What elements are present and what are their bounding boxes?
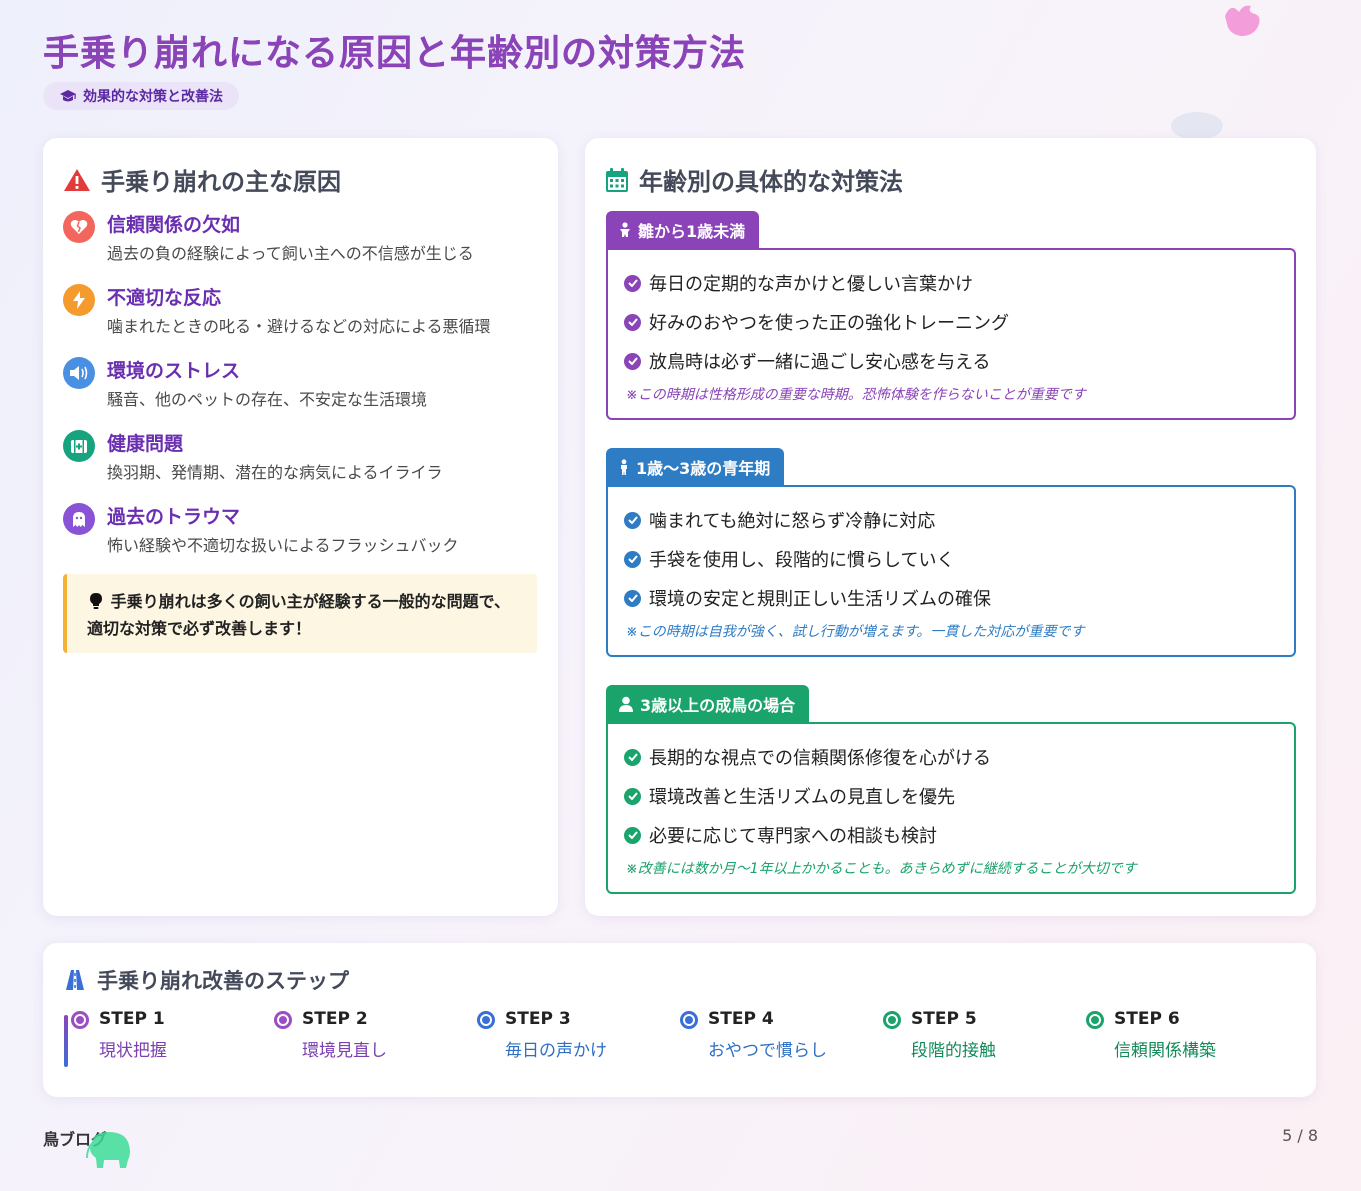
age-tab-young: 1歳〜3歳の青年期: [606, 448, 785, 486]
age-tab-adult: 3歳以上の成鳥の場合: [606, 685, 810, 723]
step-sub: 現状把握: [99, 1041, 167, 1061]
step-sub: おやつで慣らし: [708, 1041, 827, 1061]
cause-title: 信頼関係の欠如: [107, 214, 241, 236]
step-dot-icon: [274, 1011, 292, 1029]
step-dot-icon: [477, 1011, 495, 1029]
road-icon: [66, 970, 84, 990]
age-note: ※この時期は性格形成の重要な時期。恐怖体験を作らないことが重要です: [626, 387, 1086, 403]
age-note: ※改善には数か月〜1年以上かかることも。あきらめずに継続することが大切です: [626, 861, 1137, 877]
check-circle-icon: [624, 511, 641, 529]
graduation-cap-icon: [60, 90, 76, 102]
list-item: 手袋を使用し、段階的に慣らしていく: [624, 546, 954, 572]
check-circle-icon: [624, 274, 641, 292]
step-sub: 段階的接触: [911, 1041, 996, 1061]
broken-heart-icon: [63, 211, 95, 243]
check-circle-icon: [624, 826, 641, 844]
steps-card: 手乗り崩れ改善のステップ STEP 1 現状把握 STEP 2 環境見直し ST…: [43, 943, 1316, 1097]
page-title: 手乗り崩れになる原因と年齢別の対策方法: [43, 24, 746, 76]
child-icon: [621, 459, 627, 475]
subtitle-text: 効果的な対策と改善法: [83, 89, 223, 105]
check-circle-icon: [624, 550, 641, 568]
step-dot-icon: [71, 1011, 89, 1029]
baby-icon: [620, 222, 630, 237]
check-circle-icon: [624, 589, 641, 607]
calendar-icon: [606, 167, 628, 192]
age-box-chick: 毎日の定期的な声かけと優しい言葉かけ 好みのおやつを使った正の強化トレーニング …: [606, 248, 1296, 420]
step-label: STEP 6: [1114, 1009, 1180, 1029]
step-progress-bar: [64, 1015, 68, 1067]
steps-heading: 手乗り崩れ改善のステップ: [63, 965, 349, 995]
cause-desc: 過去の負の経験によって飼い主への不信感が生じる: [107, 244, 474, 263]
list-item: 毎日の定期的な声かけと優しい言葉かけ: [624, 270, 973, 296]
warning-icon: [64, 168, 90, 191]
page-indicator: 5 / 8: [1282, 1126, 1318, 1145]
step-dot-icon: [883, 1011, 901, 1029]
list-item: 噛まれても絶対に怒らず冷静に対応: [624, 507, 935, 533]
cause-title: 過去のトラウマ: [107, 506, 241, 528]
cause-title: 環境のストレス: [107, 360, 241, 382]
volume-icon: [63, 357, 95, 389]
age-note: ※この時期は自我が強く、試し行動が増えます。一貫した対応が重要です: [626, 624, 1085, 640]
list-item: 環境改善と生活リズムの見直しを優先: [624, 783, 955, 809]
tip-box: 手乗り崩れは多くの飼い主が経験する一般的な問題で、適切な対策で必ず改善します！: [63, 574, 537, 653]
lightbulb-icon: [90, 593, 102, 609]
step-label: STEP 3: [505, 1009, 571, 1029]
step-label: STEP 1: [99, 1009, 165, 1029]
list-item: 必要に応じて専門家への相談も検討: [624, 822, 937, 848]
cause-title: 不適切な反応: [107, 287, 222, 309]
cause-desc: 噛まれたときの叱る・避けるなどの対応による悪循環: [107, 317, 491, 336]
step-sub: 環境見直し: [302, 1041, 387, 1061]
step-label: STEP 5: [911, 1009, 977, 1029]
cause-desc: 換羽期、発情期、潜在的な病気によるイライラ: [107, 463, 443, 482]
step-dot-icon: [1086, 1011, 1104, 1029]
bolt-icon: [63, 284, 95, 316]
cause-title: 健康問題: [107, 433, 184, 455]
list-item: 長期的な視点での信頼関係修復を心がける: [624, 744, 991, 770]
step-dot-icon: [680, 1011, 698, 1029]
check-circle-icon: [624, 313, 641, 331]
cause-desc: 怖い経験や不適切な扱いによるフラッシュバック: [107, 536, 459, 555]
age-box-young: 噛まれても絶対に怒らず冷静に対応 手袋を使用し、段階的に慣らしていく 環境の安定…: [606, 485, 1296, 657]
age-tab-chick: 雛から1歳未満: [606, 211, 760, 249]
subtitle-badge: 効果的な対策と改善法: [43, 82, 239, 110]
check-circle-icon: [624, 787, 641, 805]
list-item: 環境の安定と規則正しい生活リズムの確保: [624, 585, 991, 611]
cause-desc: 騒音、他のペットの存在、不安定な生活環境: [107, 390, 428, 409]
age-box-adult: 長期的な視点での信頼関係修復を心がける 環境改善と生活リズムの見直しを優先 必要…: [606, 722, 1296, 894]
elephant-logo-icon: [86, 1132, 130, 1168]
medical-kit-icon: [63, 430, 95, 462]
step-label: STEP 2: [302, 1009, 368, 1029]
ghost-icon: [63, 503, 95, 535]
list-item: 放鳥時は必ず一緒に過ごし安心感を与える: [624, 348, 990, 374]
causes-heading: 手乗り崩れの主な原因: [63, 162, 341, 197]
age-measures-heading: 年齢別の具体的な対策法: [605, 162, 903, 197]
list-item: 好みのおやつを使った正の強化トレーニング: [624, 309, 1009, 335]
user-icon: [619, 696, 633, 712]
bird-decoration-icon: [1225, 5, 1260, 36]
step-sub: 毎日の声かけ: [505, 1041, 607, 1061]
tip-text: 手乗り崩れは多くの飼い主が経験する一般的な問題で、適切な対策で必ず改善します！: [87, 592, 510, 638]
step-label: STEP 4: [708, 1009, 774, 1029]
check-circle-icon: [624, 352, 641, 370]
cloud-decoration-icon: [1171, 112, 1223, 140]
causes-card: 手乗り崩れの主な原因 信頼関係の欠如 過去の負の経験によって飼い主への不信感が生…: [43, 138, 558, 916]
step-sub: 信頼関係構築: [1114, 1041, 1216, 1061]
check-circle-icon: [624, 748, 641, 766]
age-measures-card: 年齢別の具体的な対策法 雛から1歳未満 毎日の定期的な声かけと優しい言葉かけ 好…: [585, 138, 1316, 916]
